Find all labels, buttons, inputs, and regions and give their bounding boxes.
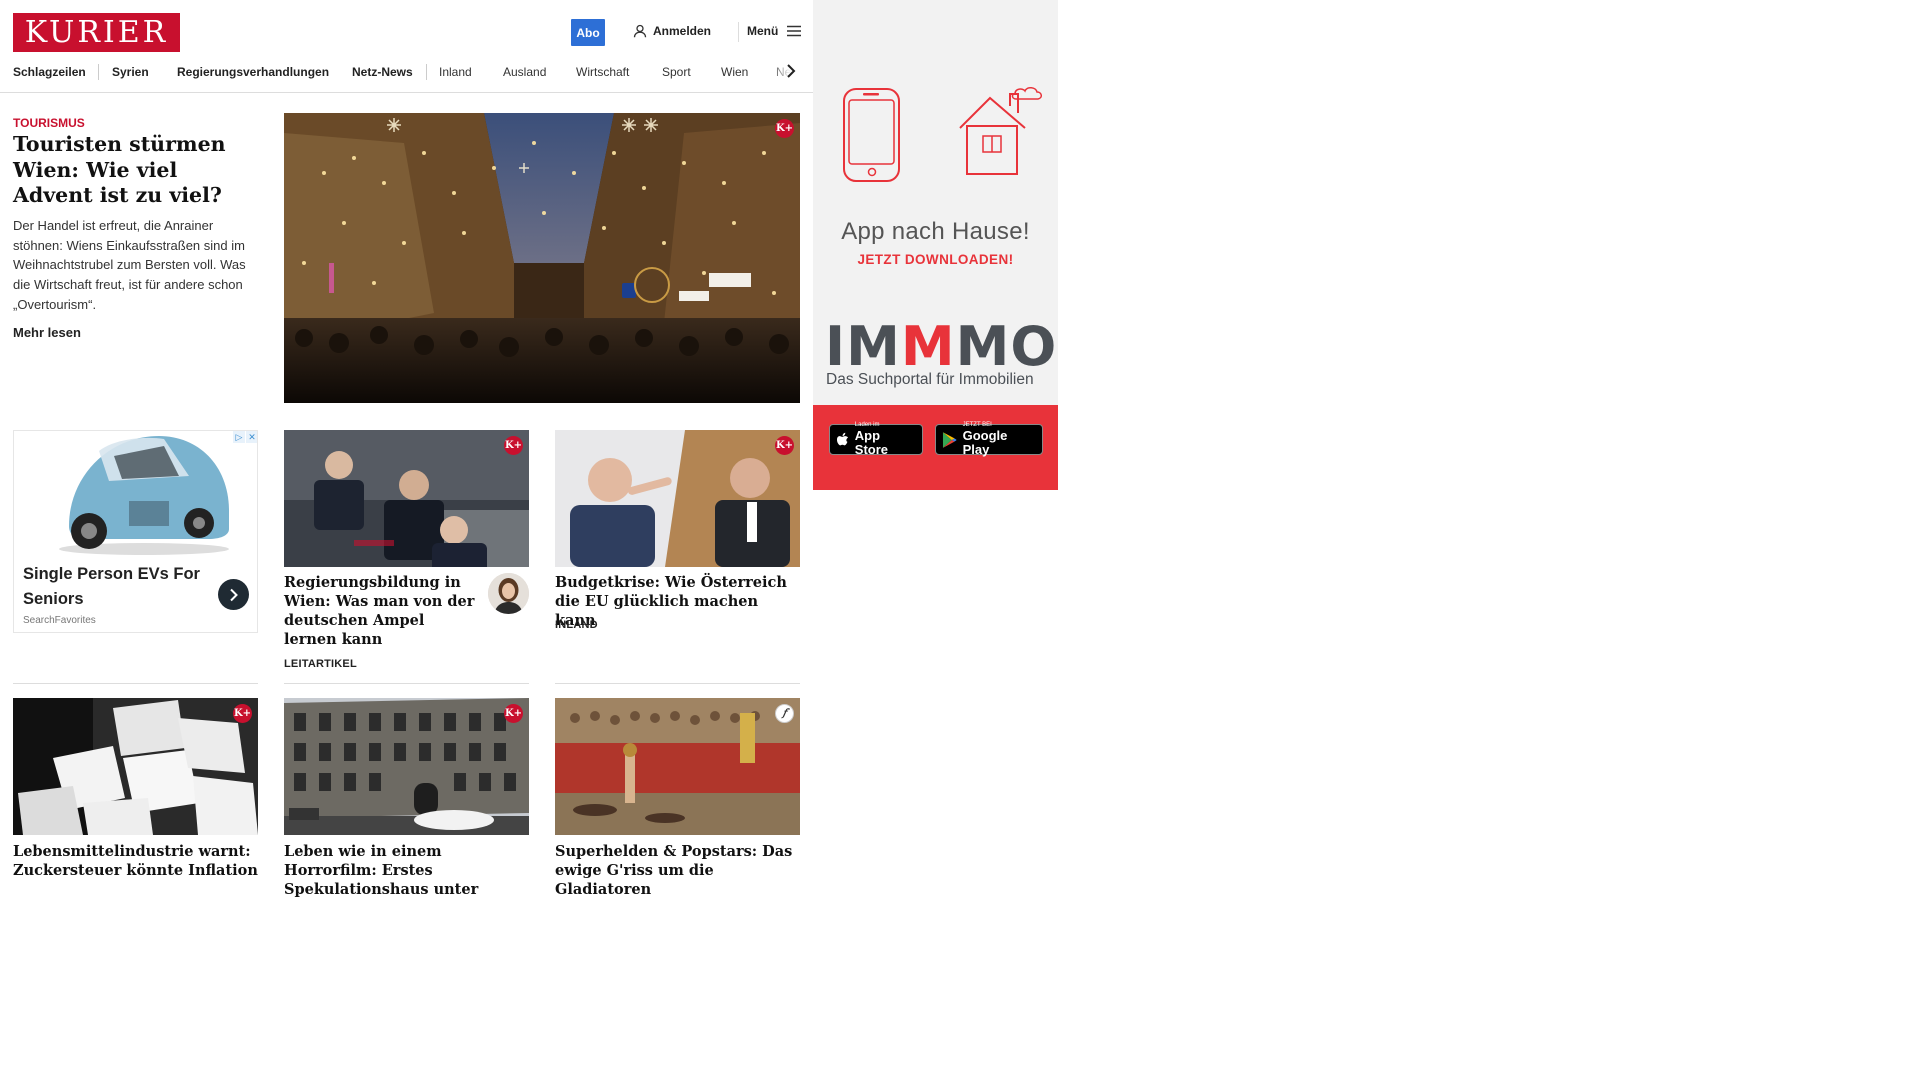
immmo-promo-ad[interactable]: App nach Hause! JETZT DOWNLOADEN! IMMMO … bbox=[813, 0, 1058, 490]
card-kicker-inland[interactable]: INLAND bbox=[555, 619, 598, 631]
nav-item-inland[interactable]: Inland bbox=[439, 65, 472, 79]
abo-button[interactable]: Abo bbox=[571, 19, 605, 46]
apple-icon bbox=[836, 432, 849, 445]
author-avatar[interactable] bbox=[488, 573, 529, 614]
house-icon bbox=[959, 87, 1042, 175]
ad-cta-button[interactable] bbox=[218, 579, 249, 610]
card-title-spekulationshaus[interactable]: Leben wie in einem Horrorfilm: Erstes Sp… bbox=[284, 842, 529, 899]
row-divider bbox=[555, 683, 800, 684]
row-divider bbox=[284, 683, 529, 684]
kplus-badge: K+ bbox=[504, 704, 523, 723]
hero-title[interactable]: Touristen stürmen Wien: Wie viel Advent … bbox=[13, 132, 263, 209]
card-title-regierungsbildung[interactable]: Regierungsbildung in Wien: Was man von d… bbox=[284, 573, 479, 649]
user-icon bbox=[633, 24, 647, 38]
promo-headline: App nach Hause! bbox=[841, 218, 1030, 245]
section-nav: Schlagzeilen Syrien Regierungsverhandlun… bbox=[0, 56, 813, 93]
menu-label: Menü bbox=[747, 24, 779, 38]
google-play-icon bbox=[942, 431, 957, 448]
chevron-right-icon[interactable] bbox=[786, 63, 796, 84]
read-more-link[interactable]: Mehr lesen bbox=[13, 325, 81, 340]
kplus-badge: K+ bbox=[775, 436, 794, 455]
nav-item-schlagzeilen[interactable]: Schlagzeilen bbox=[13, 65, 86, 79]
kplus-badge: K+ bbox=[233, 704, 252, 723]
card-kicker-leitartikel[interactable]: LEITARTIKEL bbox=[284, 658, 357, 670]
nav-item-regierungsverhandlungen[interactable]: Regierungsverhandlungen bbox=[177, 65, 329, 79]
immmo-tagline: Das Suchportal für Immobilien bbox=[826, 371, 1034, 388]
card-image-gladiatoren[interactable]: 𝑓 bbox=[555, 698, 800, 835]
immmo-logo: IMMMO bbox=[825, 316, 1057, 378]
app-store-button[interactable]: Laden im App Store bbox=[829, 422, 923, 457]
ad-choices[interactable]: ▷ ✕ bbox=[233, 431, 257, 443]
nav-item-sport[interactable]: Sport bbox=[662, 65, 691, 79]
close-icon[interactable]: ✕ bbox=[246, 431, 257, 443]
menu-button[interactable]: Menü bbox=[747, 24, 802, 38]
card-image-budgetkrise[interactable]: K+ bbox=[555, 430, 800, 567]
kurier-logo[interactable]: KURIER bbox=[13, 13, 180, 52]
nav-item-ausland[interactable]: Ausland bbox=[503, 65, 546, 79]
hero-image[interactable]: K+ bbox=[284, 113, 800, 403]
store-badges-bar: Laden im App Store JETZT BEI Google Play bbox=[813, 405, 1058, 490]
kplus-badge: K+ bbox=[775, 119, 794, 138]
app-store-label: App Store bbox=[854, 428, 889, 457]
row-divider bbox=[13, 683, 258, 684]
nav-item-syrien[interactable]: Syrien bbox=[112, 65, 149, 79]
card-title-zuckersteuer[interactable]: Lebensmittelindustrie warnt: Zu­ckersteu… bbox=[13, 842, 263, 880]
login-button[interactable]: Anmelden bbox=[633, 24, 711, 38]
chevron-right-icon bbox=[229, 588, 238, 601]
ad-title[interactable]: Single Person EVs For Seniors bbox=[23, 562, 213, 612]
sponsored-ad[interactable]: ▷ ✕ Single Person EVs For Seniors Search… bbox=[13, 430, 258, 633]
nav-item-wien[interactable]: Wien bbox=[721, 65, 748, 79]
google-play-button[interactable]: JETZT BEI Google Play bbox=[935, 422, 1043, 457]
feature-badge: 𝑓 bbox=[775, 704, 794, 723]
card-image-zuckersteuer[interactable]: K+ bbox=[13, 698, 258, 835]
header-divider bbox=[738, 22, 739, 42]
ad-image[interactable] bbox=[14, 431, 257, 558]
nav-divider bbox=[98, 64, 99, 80]
immmo-logo-a: IM bbox=[825, 315, 901, 378]
hamburger-icon bbox=[787, 25, 802, 37]
nav-divider bbox=[426, 64, 427, 80]
nav-item-netz-news[interactable]: Netz-News bbox=[352, 65, 413, 79]
card-image-regierungsbildung[interactable]: K+ bbox=[284, 430, 529, 567]
login-label: Anmelden bbox=[653, 24, 712, 38]
adchoices-icon[interactable]: ▷ bbox=[233, 431, 245, 443]
hero-kicker[interactable]: TOURISMUS bbox=[13, 116, 85, 130]
ad-source: SearchFavorites bbox=[23, 615, 96, 626]
immmo-logo-m: M bbox=[900, 315, 956, 378]
immmo-logo-b: MO bbox=[955, 315, 1058, 378]
promo-subline[interactable]: JETZT DOWNLOADEN! bbox=[813, 252, 1058, 267]
hero-teaser: Der Handel ist erfreut, die Anrainer stö… bbox=[13, 218, 246, 312]
card-image-spekulationshaus[interactable]: K+ bbox=[284, 698, 529, 835]
phone-icon bbox=[843, 88, 900, 182]
card-title-gladiatoren[interactable]: Superhelden & Popstars: Das ewige G'riss… bbox=[555, 842, 803, 899]
kplus-badge: K+ bbox=[504, 436, 523, 455]
nav-item-wirtschaft[interactable]: Wirtschaft bbox=[576, 65, 629, 79]
google-play-label: Google Play bbox=[962, 428, 1008, 457]
